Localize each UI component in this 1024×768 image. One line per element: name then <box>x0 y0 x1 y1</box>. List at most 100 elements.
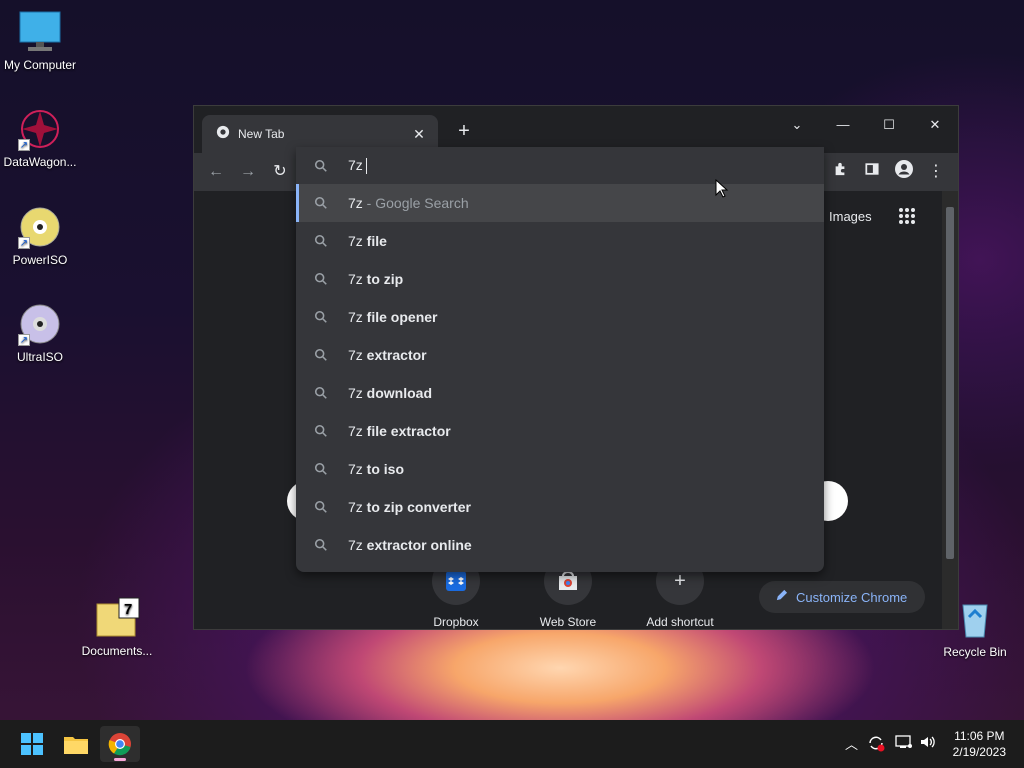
ntp-bottom-cover <box>194 630 958 720</box>
forward-icon[interactable]: → <box>236 160 260 184</box>
chrome-icon <box>216 125 230 144</box>
omnibox-dropdown: 7z 7z - Google Search 7z file 7z to zip … <box>296 147 824 572</box>
clock-time: 11:06 PM <box>954 729 1005 743</box>
suggestion-completion: file opener <box>362 309 438 325</box>
suggestion-prefix: 7z <box>348 309 363 325</box>
suggestion-completion: to iso <box>362 461 405 477</box>
suggestion-prefix: 7z <box>348 499 363 515</box>
side-panel-icon[interactable] <box>860 160 884 184</box>
tab-title: New Tab <box>238 127 285 141</box>
suggestion-prefix: 7z <box>348 271 363 287</box>
suggestion-item[interactable]: 7z extractor online <box>296 526 824 564</box>
search-icon <box>314 159 327 172</box>
system-clock[interactable]: 11:06 PM 2/19/2023 <box>953 728 1006 760</box>
suggestion-completion: to zip converter <box>362 499 471 515</box>
shortcut-label: Web Store <box>539 615 597 629</box>
desktop-icon-documents[interactable]: 7 Documents... <box>77 596 157 658</box>
taskbar: ︿ 11:06 PM 2/19/2023 <box>0 720 1024 768</box>
datawagon-icon: ↗ <box>18 107 62 151</box>
window-bottom-mask <box>194 630 958 638</box>
customize-label: Customize Chrome <box>796 589 908 605</box>
suggestion-item[interactable]: 7z file extractor <box>296 412 824 450</box>
desktop-icon-poweriso[interactable]: ↗ PowerISO <box>0 205 80 267</box>
suggestion-prefix: 7z <box>348 537 363 553</box>
menu-dots-icon[interactable]: ⋮ <box>924 160 948 184</box>
close-window-button[interactable]: ✕ <box>912 110 958 140</box>
start-button[interactable] <box>12 726 52 762</box>
taskbar-chrome[interactable] <box>100 726 140 762</box>
suggestion-prefix: 7z <box>348 461 363 477</box>
desktop-icon-ultraiso[interactable]: ↗ UltraISO <box>0 302 80 364</box>
search-icon <box>314 310 327 323</box>
desktop-icon-label: Documents... <box>81 644 153 658</box>
search-icon <box>314 500 327 513</box>
desktop-icon-label: DataWagon... <box>3 155 77 169</box>
search-icon <box>314 386 327 399</box>
reload-icon[interactable]: ↻ <box>268 160 292 184</box>
suggestion-completion: file extractor <box>362 423 451 439</box>
extensions-icon[interactable] <box>828 160 852 184</box>
suggestion-prefix: 7z <box>348 347 363 363</box>
minimize-button[interactable]: — <box>820 110 866 140</box>
tab-search-icon[interactable]: ⌄ <box>774 110 820 140</box>
images-link[interactable]: Images <box>829 209 872 224</box>
suggestion-completion: file <box>362 233 387 249</box>
network-icon[interactable] <box>895 734 913 753</box>
suggestion-prefix: 7z <box>348 385 363 401</box>
desktop-icon-label: UltraISO <box>16 350 63 364</box>
suggestion-item[interactable]: 7z to zip <box>296 260 824 298</box>
tab-strip: New Tab ✕ + ⌄ — ☐ ✕ <box>194 106 958 153</box>
close-tab-icon[interactable]: ✕ <box>410 126 428 143</box>
address-bar-input[interactable]: 7z <box>348 156 367 175</box>
search-icon <box>314 538 327 551</box>
search-icon <box>314 348 327 361</box>
suggestion-item[interactable]: 7z to zip converter <box>296 488 824 526</box>
back-icon[interactable]: ← <box>204 160 228 184</box>
disc-icon: ↗ <box>18 302 62 346</box>
mouse-cursor-icon <box>715 178 729 204</box>
suggestion-completion: extractor <box>362 347 427 363</box>
search-icon <box>314 424 327 437</box>
search-icon <box>314 234 327 247</box>
windows-logo-icon <box>21 733 43 755</box>
chrome-icon <box>108 733 131 756</box>
scrollbar[interactable] <box>942 191 958 629</box>
scroll-thumb[interactable] <box>946 207 954 559</box>
suggestion-item[interactable]: 7z file <box>296 222 824 260</box>
new-tab-button[interactable]: + <box>452 120 476 144</box>
suggestion-suffix: - Google Search <box>362 195 469 211</box>
address-bar[interactable]: 7z <box>296 147 824 184</box>
maximize-button[interactable]: ☐ <box>866 110 912 140</box>
suggestion-item[interactable]: 7z file opener <box>296 298 824 336</box>
suggestion-item[interactable]: 7z download <box>296 374 824 412</box>
desktop-icon-label: My Computer <box>3 58 77 72</box>
profile-icon[interactable] <box>892 160 916 184</box>
desktop-icon-datawagon[interactable]: ↗ DataWagon... <box>0 107 80 169</box>
sync-alert-icon[interactable] <box>867 734 885 755</box>
svg-text:7: 7 <box>124 601 132 618</box>
volume-icon[interactable] <box>919 734 937 753</box>
shortcut-label: Add shortcut <box>646 615 714 629</box>
shortcut-arrow-icon: ↗ <box>18 139 30 151</box>
shortcut-label: Dropbox <box>433 615 479 629</box>
desktop-icon-label: PowerISO <box>12 253 68 267</box>
active-indicator <box>114 758 126 761</box>
shortcut-arrow-icon: ↗ <box>18 334 30 346</box>
apps-grid-icon[interactable] <box>898 207 916 230</box>
taskbar-file-explorer[interactable] <box>56 726 96 762</box>
suggestion-prefix: 7z <box>348 423 363 439</box>
customize-chrome-button[interactable]: Customize Chrome <box>759 581 925 613</box>
recycle-bin-icon <box>953 597 997 641</box>
suggestion-item[interactable]: 7z extractor <box>296 336 824 374</box>
pencil-icon <box>775 589 788 605</box>
search-icon <box>314 462 327 475</box>
query-text: 7z <box>348 156 363 173</box>
suggestion-item[interactable]: 7z to iso <box>296 450 824 488</box>
show-hidden-icons[interactable]: ︿ <box>845 734 858 753</box>
suggestion-completion: download <box>362 385 433 401</box>
suggestion-google-search[interactable]: 7z - Google Search <box>296 184 824 222</box>
shortcut-arrow-icon: ↗ <box>18 237 30 249</box>
monitor-icon <box>18 10 62 54</box>
desktop-icon-my-computer[interactable]: My Computer <box>0 10 80 72</box>
suggestion-completion: to zip <box>362 271 404 287</box>
